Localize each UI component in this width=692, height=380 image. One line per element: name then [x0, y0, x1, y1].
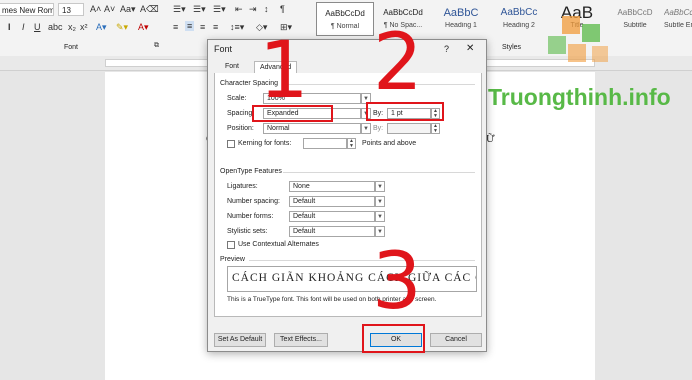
style-name: Subtle Em... [664, 22, 692, 29]
align-left-icon[interactable]: ≡ [173, 22, 178, 32]
spinner-icon[interactable]: ▲ ▼ [347, 138, 356, 149]
contextual-alternates-label: Use Contextual Alternates [238, 241, 319, 248]
font-color-icon[interactable]: A▾ [138, 22, 149, 33]
multilevel-list-icon[interactable]: ☰▾ [213, 4, 226, 15]
font-size-box[interactable]: 13 [58, 3, 84, 16]
italic-icon[interactable]: I [22, 22, 25, 32]
step-1-number: 1 [259, 26, 309, 116]
divider [283, 172, 475, 173]
ligatures-value: None [293, 183, 310, 190]
chevron-down-icon[interactable]: ▼ [375, 211, 385, 222]
step-3-number: 3 [372, 237, 422, 327]
bullets-icon[interactable]: ☰▾ [173, 4, 186, 15]
style-subtle-emphasis[interactable]: AaBbCcDd Subtle Em... [664, 2, 692, 36]
step-2-number: 2 [373, 18, 423, 108]
chevron-down-icon[interactable]: ▼ [375, 226, 385, 237]
number-spacing-select[interactable]: Default [289, 196, 375, 207]
doc-text-fragment-right: Ữ [486, 133, 495, 145]
style-sample: AaBbCcDd [325, 9, 365, 18]
tab-font[interactable]: Font [220, 61, 244, 73]
styles-group-label: Styles [502, 44, 522, 51]
position-by-input[interactable] [387, 123, 431, 134]
position-select[interactable]: Normal [263, 123, 361, 134]
contextual-alternates-checkbox[interactable] [227, 241, 235, 249]
font-dialog-launcher-icon[interactable]: ⧉ [154, 42, 159, 50]
spinner-icon[interactable]: ▲ ▼ [431, 123, 440, 134]
position-label: Position: [227, 125, 254, 132]
strikethrough-icon[interactable]: abc [48, 22, 63, 32]
points-label: Points and above [362, 140, 417, 147]
position-by-label: By: [373, 125, 384, 132]
highlight-icon[interactable]: ✎▾ [116, 22, 128, 33]
preview-heading: Preview [220, 256, 245, 263]
position-value: Normal [267, 125, 290, 132]
number-forms-value: Default [293, 213, 316, 220]
font-name-box[interactable]: mes New Romar [0, 3, 54, 16]
change-case-icon[interactable]: Aa▾ [120, 4, 136, 15]
chevron-down-icon[interactable]: ▼ [375, 196, 385, 207]
close-icon[interactable]: ✕ [466, 43, 474, 54]
ok-highlight-box [362, 324, 425, 353]
scale-label: Scale: [227, 95, 247, 102]
shrink-font-icon[interactable]: A˅ [104, 4, 115, 14]
chevron-down-icon[interactable]: ▼ [375, 181, 385, 192]
watermark-text: Truongthinh.info [488, 84, 671, 110]
font-group-label: Font [64, 44, 79, 51]
number-spacing-value: Default [293, 198, 316, 205]
ligatures-select[interactable]: None [289, 181, 375, 192]
style-heading-2-spacer [490, 2, 548, 36]
set-as-default-button[interactable]: Set As Default [214, 333, 266, 347]
justify-icon[interactable]: ≡ [213, 22, 218, 32]
cancel-button[interactable]: Cancel [430, 333, 482, 347]
ligatures-label: Ligatures: [227, 183, 258, 190]
decrease-indent-icon[interactable]: ⇤ [235, 4, 243, 15]
style-sample: AaBbC [443, 7, 479, 19]
preview-box: CÁCH GIÃN KHOẢNG CÁCH GIỮA CÁC CHỮ [227, 266, 477, 292]
kerning-input[interactable] [303, 138, 347, 149]
grow-font-icon[interactable]: A˄ [90, 4, 101, 14]
align-right-icon[interactable]: ≡ [200, 22, 205, 32]
line-spacing-icon[interactable]: ↕≡▾ [230, 22, 244, 33]
sort-icon[interactable]: ↕ [264, 4, 269, 14]
numbering-icon[interactable]: ☰▾ [193, 4, 206, 15]
stylistic-sets-value: Default [293, 228, 316, 235]
subscript-icon[interactable]: x₂ [68, 22, 76, 32]
clear-format-icon[interactable]: A⌫ [140, 4, 159, 15]
align-center-icon[interactable]: ≡ [185, 21, 195, 31]
number-forms-select[interactable]: Default [289, 211, 375, 222]
kerning-checkbox[interactable] [227, 140, 235, 148]
underline-icon[interactable]: U [34, 22, 41, 32]
style-heading-1[interactable]: AaBbC Heading 1 [432, 2, 490, 36]
font-size-value: 13 [62, 6, 71, 15]
kerning-label: Kerning for fonts: [238, 140, 292, 147]
divider [249, 260, 475, 261]
preview-sample-text: CÁCH GIÃN KHOẢNG CÁCH GIỮA CÁC CHỮ [232, 272, 477, 284]
opentype-heading: OpenType Features [220, 168, 282, 175]
style-normal[interactable]: AaBbCcDd ¶ Normal [316, 2, 374, 36]
style-name: ¶ Normal [330, 23, 360, 30]
font-dialog: Font ? ✕ Font Advanced Character Spacing… [207, 39, 487, 352]
increase-indent-icon[interactable]: ⇥ [249, 4, 257, 15]
bold-icon[interactable]: I [8, 22, 11, 32]
chevron-down-icon[interactable]: ▼ [361, 123, 371, 134]
style-name: Heading 1 [445, 22, 477, 29]
spacing-label: Spacing: [227, 110, 255, 117]
stylistic-sets-label: Stylistic sets: [227, 228, 268, 235]
superscript-icon[interactable]: x² [80, 22, 88, 32]
stylistic-sets-select[interactable]: Default [289, 226, 375, 237]
number-forms-label: Number forms: [227, 213, 274, 220]
text-effects-button[interactable]: Text Effects... [274, 333, 328, 347]
help-icon[interactable]: ? [444, 44, 449, 54]
number-spacing-label: Number spacing: [227, 198, 280, 205]
text-effects-icon[interactable]: A▾ [96, 22, 107, 33]
watermark-logo [548, 16, 622, 76]
font-name-value: mes New Romar [2, 6, 54, 15]
dialog-title: Font [214, 44, 233, 54]
show-marks-icon[interactable]: ¶ [280, 4, 285, 14]
style-sample: AaBbCcDd [664, 8, 692, 17]
